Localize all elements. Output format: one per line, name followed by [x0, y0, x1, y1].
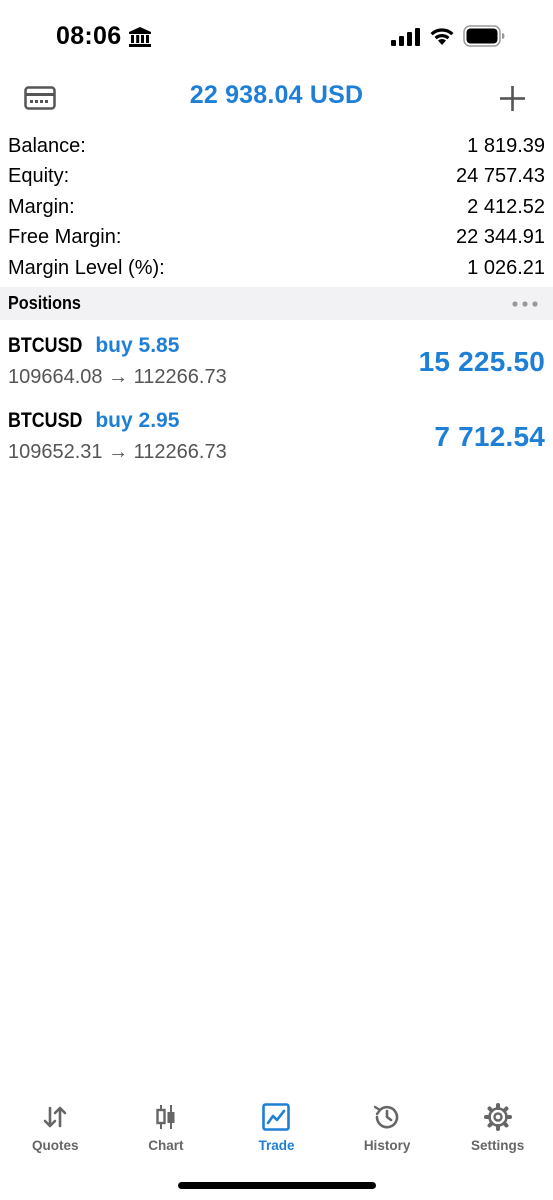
trade-icon: [262, 1103, 291, 1131]
position-symbol-line: BTCUSD buy 5.85: [8, 334, 179, 358]
positions-section-header: Positions: [0, 287, 553, 320]
position-prices: 109664.08 → 112266.73: [8, 366, 227, 388]
position-type: buy 5.85: [95, 334, 180, 357]
trade-screen: 08:06 22 938.04 USD Balance: 1 819.39 Eq…: [0, 0, 553, 1200]
equity-label: Equity:: [8, 165, 70, 188]
chart-icon: [156, 1105, 175, 1129]
balance-value: 1 819.39: [467, 134, 545, 157]
home-indicator: [178, 1182, 376, 1189]
tab-settings-label: Settings: [471, 1138, 525, 1153]
margin-value: 2 412.52: [467, 195, 545, 218]
margin-level-row: Margin Level (%): 1 026.21: [0, 253, 553, 284]
gear-icon: [483, 1103, 512, 1131]
position-row[interactable]: BTCUSD buy 2.95 109652.31 → 112266.73 7 …: [0, 401, 553, 471]
position-profit: 15 225.50: [418, 346, 545, 377]
tab-history[interactable]: History: [332, 1090, 443, 1170]
tab-chart-label: Chart: [148, 1138, 184, 1153]
more-icon[interactable]: [511, 300, 539, 308]
position-profit: 7 712.54: [434, 421, 545, 452]
equity-row: Equity: 24 757.43: [0, 162, 553, 193]
tab-history-label: History: [363, 1138, 411, 1153]
tab-bar: Quotes Chart Trade History Settings: [0, 1090, 553, 1170]
position-symbol: BTCUSD: [8, 409, 83, 432]
wifi-icon: [430, 28, 454, 45]
free-margin-row: Free Margin: 22 344.91: [0, 223, 553, 254]
free-margin-value: 22 344.91: [456, 226, 545, 249]
equity-value: 24 757.43: [456, 165, 545, 188]
balance-label: Balance:: [8, 134, 86, 157]
position-symbol-line: BTCUSD buy 2.95: [8, 409, 179, 433]
positions-title: Positions: [8, 293, 81, 313]
tab-settings[interactable]: Settings: [442, 1090, 553, 1170]
position-type: buy 2.95: [95, 409, 180, 432]
margin-level-value: 1 026.21: [467, 256, 545, 279]
margin-level-label: Margin Level (%):: [8, 256, 165, 279]
account-summary: Balance: 1 819.39 Equity: 24 757.43 Marg…: [0, 131, 553, 284]
margin-row: Margin: 2 412.52: [0, 192, 553, 223]
plus-icon[interactable]: [499, 85, 526, 112]
margin-label: Margin:: [8, 195, 75, 218]
history-icon: [373, 1105, 399, 1129]
tab-chart[interactable]: Chart: [111, 1090, 222, 1170]
tab-quotes[interactable]: Quotes: [0, 1090, 111, 1170]
tab-quotes-label: Quotes: [32, 1138, 79, 1153]
account-equity-title: 22 938.04 USD: [189, 81, 364, 109]
position-prices: 109652.31 → 112266.73: [8, 441, 227, 463]
position-row[interactable]: BTCUSD buy 5.85 109664.08 → 112266.73 15…: [0, 326, 553, 396]
bank-icon: [129, 27, 151, 47]
status-time: 08:06: [56, 22, 122, 50]
balance-row: Balance: 1 819.39: [0, 131, 553, 162]
free-margin-label: Free Margin:: [8, 226, 122, 249]
cellular-signal-icon: [391, 28, 420, 46]
tab-trade[interactable]: Trade: [221, 1090, 332, 1170]
status-bar: 08:06: [0, 0, 553, 72]
battery-icon: [463, 25, 505, 47]
tab-trade-label: Trade: [258, 1138, 295, 1153]
position-symbol: BTCUSD: [8, 334, 83, 357]
account-header: 22 938.04 USD: [0, 72, 553, 122]
quotes-icon: [43, 1106, 67, 1128]
